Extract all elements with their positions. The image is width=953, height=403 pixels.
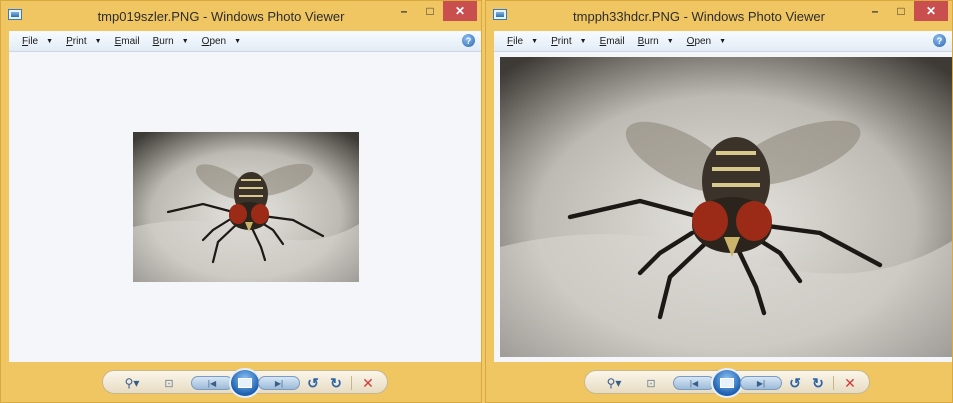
previous-icon[interactable]: |◀	[191, 376, 233, 390]
fly-photo	[133, 132, 359, 282]
title-bar[interactable]: tmp019szler.PNG - Windows Photo Viewer –…	[1, 1, 481, 31]
photo-viewer-window-2: tmpph33hdcr.PNG - Windows Photo Viewer –…	[485, 0, 953, 403]
slideshow-icon[interactable]	[229, 368, 261, 398]
menu-burn-label: Burn	[637, 35, 659, 47]
chevron-down-icon: ▼	[46, 37, 54, 45]
menu-email[interactable]: Email	[600, 36, 625, 47]
rotate-counterclockwise-icon[interactable]: ↺	[788, 375, 802, 391]
menu-print[interactable]: Print ▼	[551, 36, 587, 47]
window-title: tmp019szler.PNG - Windows Photo Viewer	[97, 9, 345, 24]
menu-print-label: Print	[551, 35, 572, 47]
separator	[351, 376, 352, 390]
help-icon[interactable]: ?	[462, 34, 475, 47]
menu-open-label: Open	[686, 35, 712, 47]
menu-email-label: Email	[599, 35, 625, 47]
help-icon[interactable]: ?	[933, 34, 946, 47]
delete-icon[interactable]: ✕	[361, 375, 375, 391]
photo-viewer-window-1: tmp019szler.PNG - Windows Photo Viewer –…	[0, 0, 482, 403]
menu-bar: File ▼ Print ▼ Email Burn ▼ Open ▼ ?	[9, 31, 481, 52]
rotate-counterclockwise-icon[interactable]: ↺	[306, 375, 320, 391]
fly-photo	[500, 57, 952, 357]
window-controls: – □ ✕	[391, 1, 477, 23]
fly-image	[133, 132, 359, 282]
menu-file-label: File	[22, 35, 39, 47]
zoom-icon[interactable]: ⚲▾	[121, 375, 143, 391]
chevron-down-icon: ▼	[531, 37, 539, 45]
control-pill: ⚲▾ ⊡ |◀ ▶| ↺ ↻ ✕	[102, 368, 388, 398]
menu-email-label: Email	[114, 35, 140, 47]
next-icon[interactable]: ▶|	[740, 376, 782, 390]
actual-size-icon[interactable]: ⊡	[161, 375, 177, 391]
maximize-button[interactable]: □	[888, 1, 914, 21]
chevron-down-icon: ▼	[719, 37, 727, 45]
menu-open[interactable]: Open ▼	[687, 36, 726, 47]
menu-bar: File ▼ Print ▼ Email Burn ▼ Open ▼ ?	[494, 31, 952, 52]
close-button[interactable]: ✕	[914, 1, 948, 21]
chevron-down-icon: ▼	[181, 37, 189, 45]
menu-burn[interactable]: Burn ▼	[638, 36, 674, 47]
title-bar[interactable]: tmpph33hdcr.PNG - Windows Photo Viewer –…	[486, 1, 952, 31]
fly-image	[500, 57, 952, 357]
window-title: tmpph33hdcr.PNG - Windows Photo Viewer	[573, 9, 825, 24]
delete-icon[interactable]: ✕	[843, 375, 857, 391]
image-viewport[interactable]	[9, 52, 481, 362]
chevron-down-icon: ▼	[666, 37, 674, 45]
zoom-icon[interactable]: ⚲▾	[603, 375, 625, 391]
menu-print-label: Print	[66, 35, 87, 47]
actual-size-icon[interactable]: ⊡	[643, 375, 659, 391]
slideshow-screen-icon	[720, 378, 734, 388]
minimize-button[interactable]: –	[391, 1, 417, 21]
menu-burn-label: Burn	[152, 35, 174, 47]
close-button[interactable]: ✕	[443, 1, 477, 21]
control-bar: ⚲▾ ⊡ |◀ ▶| ↺ ↻ ✕	[486, 368, 952, 398]
chevron-down-icon: ▼	[94, 37, 102, 45]
control-bar: ⚲▾ ⊡ |◀ ▶| ↺ ↻ ✕	[1, 368, 481, 398]
menu-burn[interactable]: Burn ▼	[153, 36, 189, 47]
menu-email[interactable]: Email	[115, 36, 140, 47]
menu-file[interactable]: File ▼	[507, 36, 538, 47]
slideshow-screen-icon	[238, 378, 252, 388]
next-icon[interactable]: ▶|	[258, 376, 300, 390]
menu-open-label: Open	[201, 35, 227, 47]
app-icon[interactable]	[493, 9, 507, 20]
control-pill: ⚲▾ ⊡ |◀ ▶| ↺ ↻ ✕	[584, 368, 870, 398]
rotate-clockwise-icon[interactable]: ↻	[811, 375, 825, 391]
slideshow-icon[interactable]	[711, 368, 743, 398]
image-viewport[interactable]	[494, 52, 952, 362]
chevron-down-icon: ▼	[234, 37, 242, 45]
menu-file[interactable]: File ▼	[22, 36, 53, 47]
separator	[833, 376, 834, 390]
chevron-down-icon: ▼	[579, 37, 587, 45]
maximize-button[interactable]: □	[417, 1, 443, 21]
window-controls: – □ ✕	[862, 1, 948, 23]
rotate-clockwise-icon[interactable]: ↻	[329, 375, 343, 391]
previous-icon[interactable]: |◀	[673, 376, 715, 390]
menu-open[interactable]: Open ▼	[202, 36, 241, 47]
menu-print[interactable]: Print ▼	[66, 36, 102, 47]
menu-file-label: File	[507, 35, 524, 47]
app-icon[interactable]	[8, 9, 22, 20]
minimize-button[interactable]: –	[862, 1, 888, 21]
